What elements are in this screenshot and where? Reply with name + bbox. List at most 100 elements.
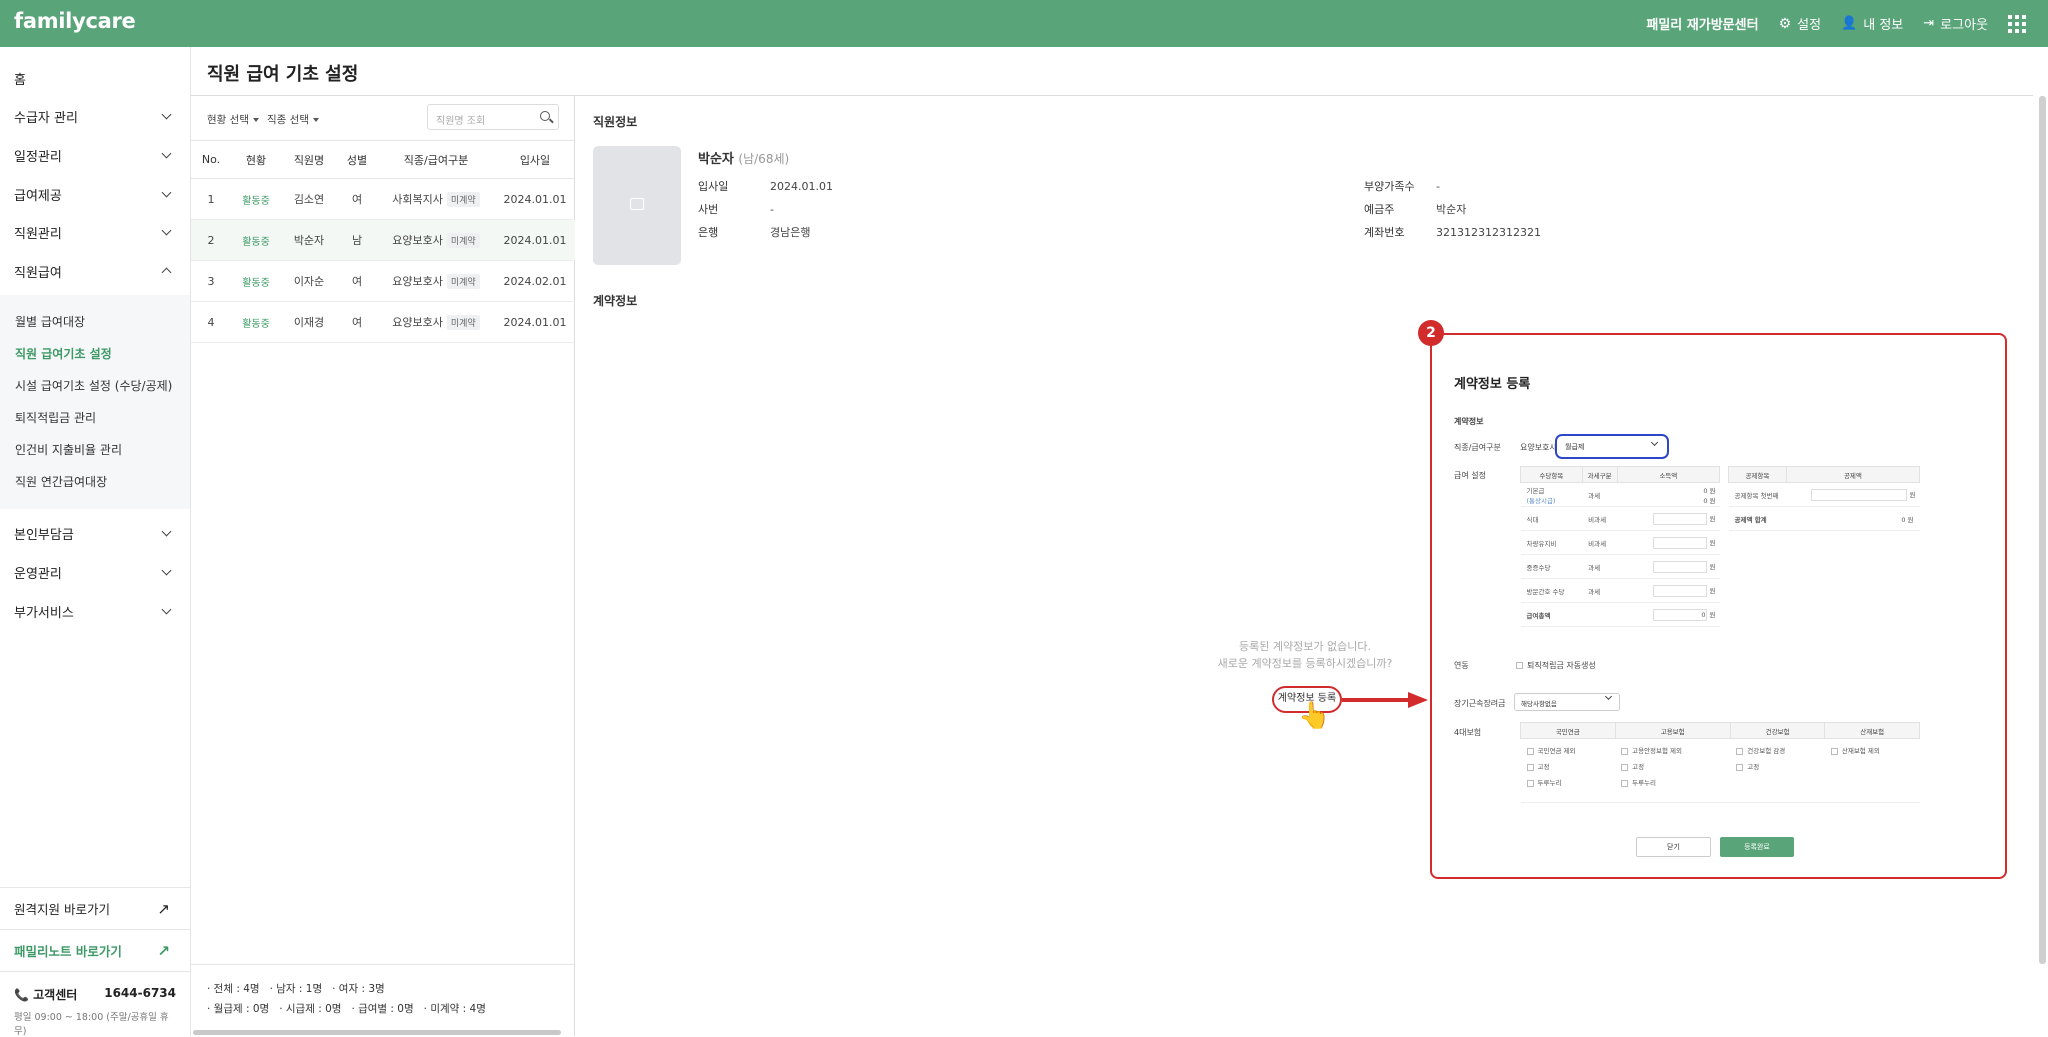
pay-total-value[interactable]: 0: [1652, 608, 1707, 621]
table-row[interactable]: 4 활동중 이재경 여 요양보호사 미계약 2024.01.01: [191, 301, 575, 343]
allowance-tax: 비과세: [1582, 506, 1618, 531]
dialog-title: 계약정보 등록: [1454, 377, 1531, 392]
empty-line: 새로운 계약정보를 등록하시겠습니까?: [1217, 657, 1393, 670]
dialog-close-button[interactable]: 닫기: [1636, 837, 1711, 857]
checkbox[interactable]: [1830, 747, 1838, 755]
checkbox[interactable]: [1516, 662, 1523, 669]
chevron-down-icon: [161, 565, 172, 575]
checkbox[interactable]: [1526, 763, 1534, 771]
longterm-select[interactable]: 해당사항없음: [1514, 692, 1620, 711]
nav-label: 급여제공: [14, 188, 62, 204]
nav-operations[interactable]: 운영관리: [0, 555, 190, 589]
settings-button[interactable]: ⚙ 설정: [1779, 14, 1821, 34]
allowance-input[interactable]: [1652, 560, 1707, 573]
my-info-button[interactable]: 👤 내 정보: [1841, 14, 1903, 33]
filter-label: 직종 선택: [267, 114, 309, 126]
deduction-total-value: 0 원: [1786, 506, 1920, 531]
allowance-note: (통상시급): [1526, 496, 1556, 505]
nav-service[interactable]: 급여제공: [0, 177, 190, 211]
remote-support-link[interactable]: 원격지원 바로가기 ↗: [0, 887, 190, 929]
col-date: 입사일: [495, 140, 575, 179]
insurance-option[interactable]: 고용안정보험 제외: [1621, 743, 1730, 759]
allowance-input[interactable]: [1652, 512, 1707, 525]
contract-empty-message: 등록된 계약정보가 없습니다. 새로운 계약정보를 등록하시겠습니까?: [1190, 638, 1420, 672]
search-icon[interactable]: [540, 111, 550, 121]
checkbox[interactable]: [1736, 747, 1744, 755]
allowance-name: 중증수당: [1520, 554, 1583, 579]
empty-line: 등록된 계약정보가 없습니다.: [1239, 640, 1371, 653]
phone-icon: 📞: [14, 988, 29, 1002]
insurance-option[interactable]: 고정: [1736, 759, 1825, 775]
allowance-tax: 과세: [1582, 482, 1618, 507]
nav-recipient[interactable]: 수급자 관리: [0, 99, 190, 133]
col-name: 직원명: [281, 140, 337, 179]
deduction-input[interactable]: [1810, 488, 1907, 501]
nav-home[interactable]: 홈: [0, 61, 190, 95]
job-filter[interactable]: 직종 선택: [267, 112, 319, 127]
checkbox[interactable]: [1621, 747, 1629, 755]
insurance-option[interactable]: 고정: [1526, 759, 1616, 775]
cell-job: 사회복지사: [392, 193, 443, 206]
insurance-option[interactable]: 건강보험 감경: [1736, 743, 1825, 759]
nav-schedule[interactable]: 일정관리: [0, 138, 190, 172]
info-label: 입사일: [698, 180, 729, 193]
allowance-input[interactable]: [1652, 584, 1707, 597]
apps-grid-icon[interactable]: [2008, 14, 2026, 33]
insurance-option[interactable]: 두루누리: [1621, 775, 1730, 791]
cell-job: 요양보호사: [392, 316, 443, 329]
table-row[interactable]: 3 활동중 이자순 여 요양보호사 미계약 2024.02.01: [191, 260, 575, 302]
allowance-input[interactable]: [1652, 536, 1707, 549]
cs-hours: 평일 09:00 ~ 18:00 (주말/공휴일 휴무): [14, 1012, 169, 1037]
sub-annual-ledger[interactable]: 직원 연간급여대장: [15, 473, 107, 490]
dialog-section: 계약정보: [1454, 417, 1484, 426]
table-row-selected[interactable]: 2 활동중 박순자 남 요양보호사 미계약 2024.01.01: [191, 219, 575, 261]
insurance-option[interactable]: 산재보험 제외: [1830, 743, 1920, 759]
insurance-option[interactable]: 국민연금 제외: [1526, 743, 1616, 759]
table-header-row: No. 현황 직원명 성별 직종/급여구분 입사일: [191, 140, 575, 179]
employee-search-input[interactable]: 직원명 조회: [427, 104, 559, 130]
chevron-down-icon: [1650, 438, 1659, 447]
logout-button[interactable]: ⇥ 로그아웃: [1923, 14, 1988, 33]
sub-labor-cost-ratio[interactable]: 인건비 지출비율 관리: [15, 441, 122, 458]
insurance-option[interactable]: 고정: [1621, 759, 1730, 775]
sub-facility-settings[interactable]: 시설 급여기초 설정 (수당/공제): [15, 377, 172, 394]
dialog-submit-button[interactable]: 등록완료: [1720, 837, 1794, 857]
sub-monthly-ledger[interactable]: 월별 급여대장: [15, 313, 85, 330]
allowance-row: 중증수당 과세 원: [1520, 554, 1720, 579]
allowance-tax: 과세: [1582, 578, 1618, 603]
checkbox[interactable]: [1621, 779, 1629, 787]
allowance-name: 기본급: [1526, 486, 1545, 495]
nav-label: 직원관리: [14, 226, 62, 242]
pay-type-select[interactable]: 월급제: [1555, 434, 1669, 459]
allowance-row: 차량유지비 비과세 원: [1520, 530, 1720, 555]
nav-copay[interactable]: 본인부담금: [0, 516, 190, 550]
unit: 원: [1709, 514, 1716, 523]
vertical-scrollbar[interactable]: [2039, 96, 2046, 964]
app-logo[interactable]: familycare: [14, 9, 136, 33]
insurance-option[interactable]: 두루누리: [1526, 775, 1616, 791]
nav-staff[interactable]: 직원관리: [0, 215, 190, 249]
nav-staff-pay[interactable]: 직원급여: [0, 254, 190, 288]
horizontal-scrollbar[interactable]: [193, 1030, 561, 1035]
employee-photo: [593, 146, 681, 265]
employee-table: No. 현황 직원명 성별 직종/급여구분 입사일 1 활동중 김소연 여 사회…: [191, 140, 575, 343]
checkbox[interactable]: [1736, 763, 1744, 771]
checkbox[interactable]: [1621, 763, 1629, 771]
status-filter[interactable]: 현황 선택: [207, 112, 259, 127]
sub-pay-basic-settings[interactable]: 직원 급여기초 설정: [15, 345, 112, 362]
table-row[interactable]: 1 활동중 김소연 여 사회복지사 미계약 2024.01.01: [191, 178, 575, 220]
deduction-header: 공제항목: [1728, 466, 1787, 483]
checkbox[interactable]: [1526, 779, 1534, 787]
cell-date: 2024.01.01: [495, 219, 575, 261]
info-employee-no: 사번 -: [698, 201, 774, 217]
familynote-link[interactable]: 패밀리노트 바로가기 ↗: [0, 929, 190, 971]
nav-addon[interactable]: 부가서비스: [0, 594, 190, 628]
retirement-auto-checkbox[interactable]: 퇴직적립금 자동생성: [1516, 660, 1596, 671]
logout-icon: ⇥: [1923, 16, 1935, 31]
checkbox[interactable]: [1526, 747, 1534, 755]
nav-label: 운영관리: [14, 566, 62, 582]
nav-label: 부가서비스: [14, 605, 74, 621]
unit: 원: [1709, 610, 1716, 619]
sub-retirement-reserve[interactable]: 퇴직적립금 관리: [15, 409, 96, 426]
insurance-header: 건강보험: [1729, 722, 1826, 739]
